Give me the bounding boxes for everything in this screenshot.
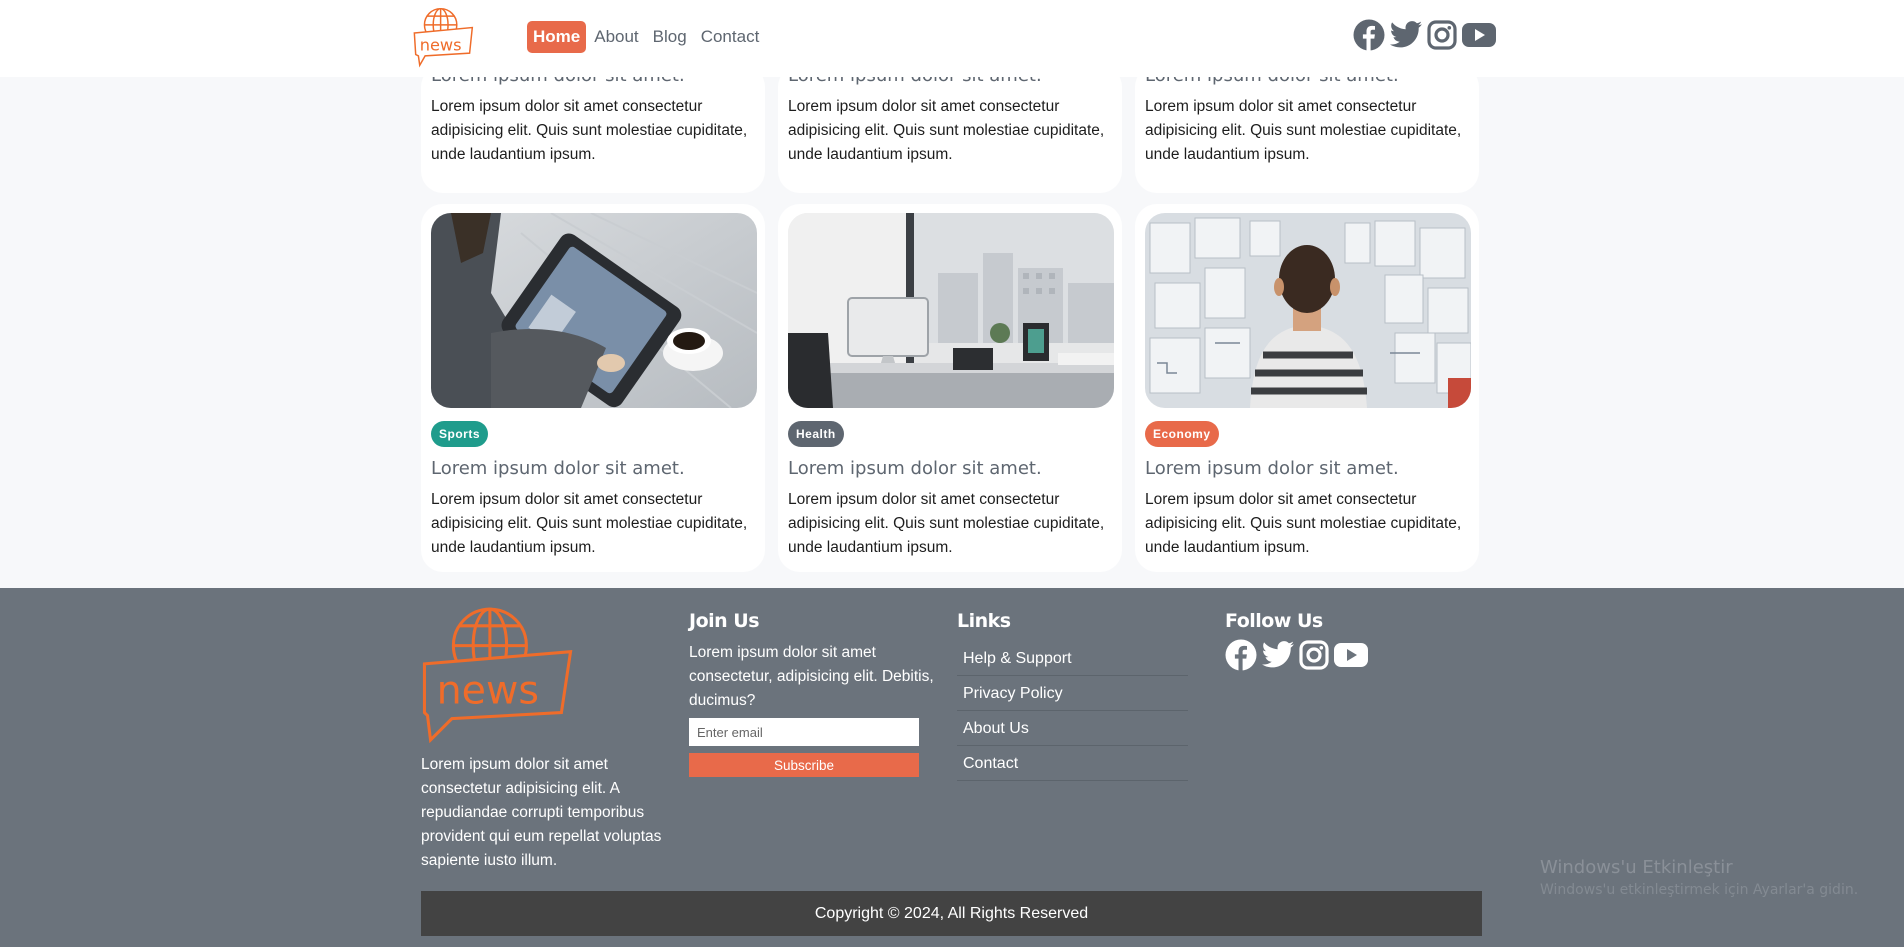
- card-image-office[interactable]: [788, 213, 1114, 408]
- news-card[interactable]: Lorem ipsum dolor sit amet. Lorem ipsum …: [778, 65, 1122, 193]
- news-card[interactable]: Health Lorem ipsum dolor sit amet. Lorem…: [778, 204, 1122, 572]
- email-input[interactable]: [689, 718, 919, 746]
- card-title[interactable]: Lorem ipsum dolor sit amet.: [788, 458, 1042, 479]
- facebook-icon[interactable]: [1225, 639, 1257, 671]
- subscribe-button[interactable]: Subscribe: [689, 753, 919, 777]
- footer-link-help-support[interactable]: Help & Support: [957, 641, 1188, 676]
- card-text: Lorem ipsum dolor sit amet consectetur a…: [788, 98, 1105, 163]
- news-card[interactable]: Economy Lorem ipsum dolor sit amet. Lore…: [1135, 204, 1479, 572]
- youtube-icon[interactable]: [1333, 640, 1369, 670]
- nav-blog[interactable]: Blog: [647, 21, 693, 53]
- card-image-wall-papers[interactable]: [1145, 213, 1471, 408]
- join-us-text: Lorem ipsum dolor sit amet consectetur, …: [689, 644, 934, 709]
- card-text: Lorem ipsum dolor sit amet consectetur a…: [431, 491, 748, 556]
- join-us-heading: Join Us: [689, 610, 760, 632]
- card-text: Lorem ipsum dolor sit amet consectetur a…: [788, 491, 1105, 556]
- copyright-bar: Copyright © 2024, All Rights Reserved: [421, 891, 1482, 936]
- footer-about-text: Lorem ipsum dolor sit amet consectetur a…: [421, 756, 662, 869]
- main-nav: Home About Blog Contact: [527, 21, 765, 53]
- category-badge[interactable]: Health: [788, 421, 844, 447]
- youtube-icon[interactable]: [1461, 20, 1497, 50]
- news-logo[interactable]: news: [410, 6, 478, 68]
- windows-activation-subtitle: Windows'u etkinleştirmek için Ayarlar'a …: [1540, 882, 1859, 898]
- twitter-icon[interactable]: [1261, 640, 1295, 670]
- category-badge[interactable]: Sports: [431, 421, 489, 447]
- card-text: Lorem ipsum dolor sit amet consectetur a…: [431, 98, 748, 163]
- header-social-links: [1353, 19, 1497, 51]
- facebook-icon[interactable]: [1353, 19, 1385, 51]
- footer-link-about-us[interactable]: About Us: [957, 711, 1188, 746]
- card-text: Lorem ipsum dolor sit amet consectetur a…: [1145, 98, 1462, 163]
- logo-text: news: [420, 35, 462, 54]
- footer-link-contact[interactable]: Contact: [957, 746, 1188, 781]
- links-heading: Links: [957, 610, 1011, 632]
- card-text: Lorem ipsum dolor sit amet consectetur a…: [1145, 491, 1462, 556]
- category-badge[interactable]: Economy: [1145, 421, 1219, 447]
- news-card[interactable]: Sports Lorem ipsum dolor sit amet. Lorem…: [421, 204, 765, 572]
- nav-about[interactable]: About: [588, 21, 644, 53]
- footer-social-links: [1225, 639, 1369, 671]
- footer-links: Help & Support Privacy Policy About Us C…: [957, 641, 1188, 781]
- twitter-icon[interactable]: [1389, 20, 1423, 50]
- instagram-icon[interactable]: [1299, 640, 1329, 670]
- logo-text: news: [437, 667, 539, 713]
- site-header: news Home About Blog Contact: [0, 0, 1904, 77]
- news-card[interactable]: Lorem ipsum dolor sit amet. Lorem ipsum …: [421, 65, 765, 193]
- follow-us-heading: Follow Us: [1225, 610, 1323, 632]
- news-card[interactable]: Lorem ipsum dolor sit amet. Lorem ipsum …: [1135, 65, 1479, 193]
- card-title[interactable]: Lorem ipsum dolor sit amet.: [431, 458, 685, 479]
- windows-activation-title: Windows'u Etkinleştir: [1540, 857, 1733, 878]
- nav-contact[interactable]: Contact: [695, 21, 766, 53]
- footer-link-privacy-policy[interactable]: Privacy Policy: [957, 676, 1188, 711]
- card-image-tablet[interactable]: [431, 213, 757, 408]
- nav-home[interactable]: Home: [527, 21, 587, 53]
- news-logo-footer[interactable]: news: [421, 603, 574, 743]
- instagram-icon[interactable]: [1427, 20, 1457, 50]
- card-title[interactable]: Lorem ipsum dolor sit amet.: [1145, 458, 1399, 479]
